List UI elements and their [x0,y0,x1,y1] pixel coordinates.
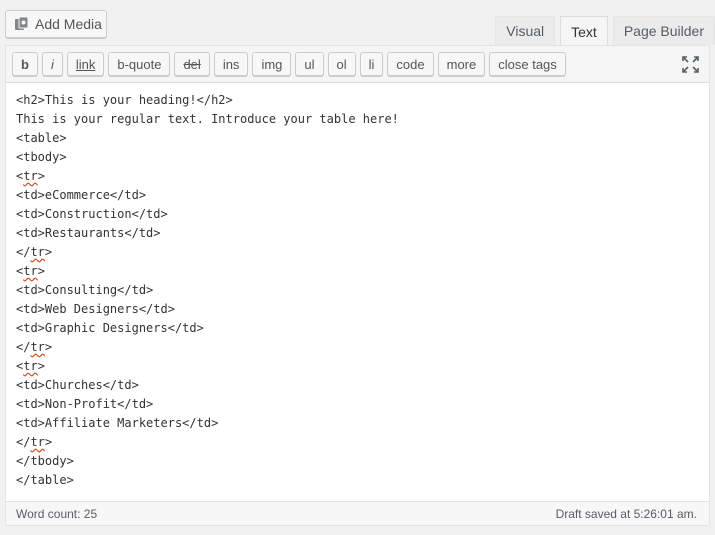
word-count: Word count: 25 [16,506,98,521]
code-line: <td>Consulting</td> [16,283,154,297]
code-line: <table> [16,131,67,145]
media-icon [15,16,29,30]
li-button[interactable]: li [359,52,384,76]
code-button[interactable]: code [387,52,434,76]
code-line: </tr> [16,435,53,449]
code-line: This is your regular text. Introduce you… [16,112,399,126]
close-tags-button[interactable]: close tags [489,52,566,76]
code-line: <td>Non-Profit</td> [16,397,154,411]
editor-top-bar: Add Media Visual Text Page Builder [0,0,715,46]
code-line: </tr> [16,340,53,354]
tab-page-builder[interactable]: Page Builder [612,16,715,45]
code-line: </table> [16,473,74,487]
code-line: <td>Construction</td> [16,207,168,221]
editor-textarea[interactable]: <h2>This is your heading!</h2> This is y… [6,83,709,501]
add-media-button[interactable]: Add Media [5,10,107,38]
link-button[interactable]: link [66,52,105,76]
status-bar: Word count: 25 Draft saved at 5:26:01 am… [6,501,709,525]
more-button[interactable]: more [437,52,486,76]
code-line: </tbody> [16,454,74,468]
blockquote-button[interactable]: b-quote [108,52,171,76]
fullscreen-icon[interactable] [682,56,699,73]
code-line: </tr> [16,245,53,259]
code-line: <tr> [16,359,45,373]
del-button[interactable]: del [174,52,210,76]
bold-button[interactable]: b [12,52,38,76]
code-line: <td>Churches</td> [16,378,139,392]
draft-saved-status: Draft saved at 5:26:01 am. [555,506,697,521]
code-line: <td>Graphic Designers</td> [16,321,204,335]
quicktags-toolbar: b i link b-quote del ins img ul ol li co… [6,46,709,83]
code-line: <tr> [16,264,45,278]
code-line: <td>Restaurants</td> [16,226,161,240]
code-line: <tbody> [16,150,67,164]
ol-button[interactable]: ol [327,52,356,76]
ins-button[interactable]: ins [213,52,249,76]
code-line: <td>eCommerce</td> [16,188,147,202]
code-line: <h2>This is your heading!</h2> [16,93,233,107]
editor-tabs: Visual Text Page Builder [490,16,715,46]
code-line: <td>Web Designers</td> [16,302,175,316]
img-button[interactable]: img [252,52,292,76]
tab-visual[interactable]: Visual [495,16,556,45]
code-line: <tr> [16,169,45,183]
add-media-label: Add Media [35,16,102,32]
text-editor: b i link b-quote del ins img ul ol li co… [5,45,710,526]
ul-button[interactable]: ul [295,52,324,76]
code-line: <td>Affiliate Marketers</td> [16,416,219,430]
italic-button[interactable]: i [41,52,63,76]
tab-text[interactable]: Text [560,16,608,46]
